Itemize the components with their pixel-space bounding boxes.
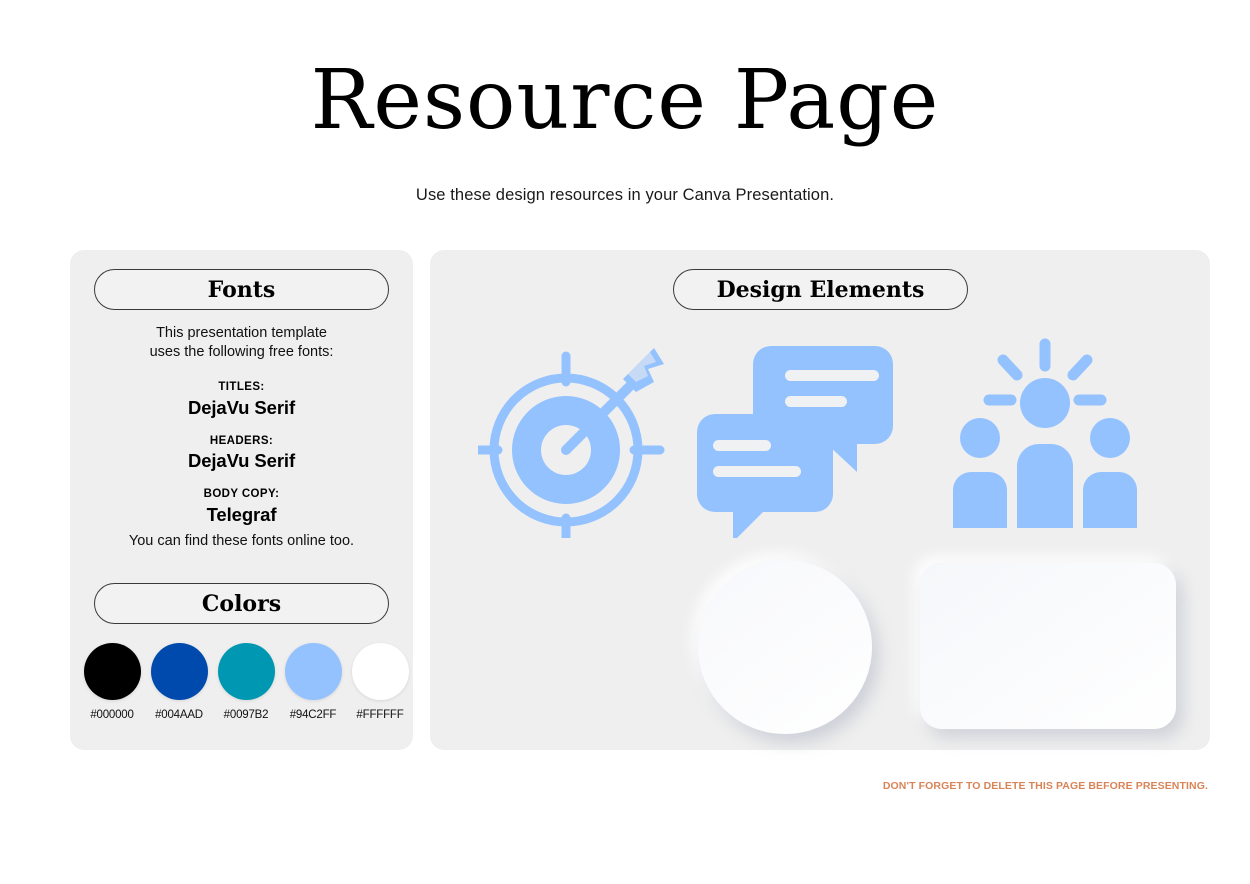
fonts-outro-text: You can find these fonts online too. bbox=[128, 533, 355, 549]
color-swatch-dot[interactable] bbox=[217, 643, 275, 700]
color-swatch-row: #000000 #004AAD #0097B2 #94C2FF #FFFFFF bbox=[81, 643, 411, 721]
color-swatch-item[interactable]: #000000 bbox=[81, 643, 143, 721]
page-title: Resource Page bbox=[310, 53, 940, 148]
page-subtitle: Use these design resources in your Canva… bbox=[415, 186, 835, 204]
speech-bubbles-icon[interactable] bbox=[680, 330, 910, 545]
font-spec-name: Telegraf bbox=[206, 503, 277, 525]
target-arrow-icon[interactable] bbox=[458, 330, 688, 545]
delete-page-warning: DON'T FORGET TO DELETE THIS PAGE BEFORE … bbox=[882, 780, 1208, 792]
font-spec-label: HEADERS: bbox=[209, 434, 274, 447]
font-spec-label: BODY COPY: bbox=[203, 488, 280, 501]
font-spec-label: TITLES: bbox=[218, 381, 265, 393]
circle-placeholder[interactable] bbox=[698, 560, 872, 734]
design-elements-header: Design Elements bbox=[673, 269, 968, 310]
color-swatch-item[interactable]: #94C2FF bbox=[282, 643, 344, 721]
font-spec-body-copy: BODY COPY: Telegraf bbox=[70, 487, 413, 527]
color-swatch-dot[interactable] bbox=[284, 643, 342, 700]
color-swatch-hex: #0097B2 bbox=[223, 709, 269, 721]
font-spec-name: DejaVu Serif bbox=[187, 450, 296, 472]
color-swatch-item[interactable]: #0097B2 bbox=[215, 643, 277, 721]
design-icon-row bbox=[430, 330, 1210, 560]
color-swatch-dot[interactable] bbox=[83, 643, 141, 700]
colors-section-label: Colors bbox=[201, 590, 282, 617]
colors-section-header: Colors bbox=[94, 583, 389, 624]
fonts-intro-text: This presentation template uses the foll… bbox=[70, 324, 413, 361]
color-swatch-hex: #004AAD bbox=[155, 709, 203, 721]
color-swatch-item[interactable]: #FFFFFF bbox=[349, 643, 411, 721]
font-spec-titles: TITLES: DejaVu Serif bbox=[70, 380, 413, 420]
font-spec-list: TITLES: DejaVu Serif HEADERS: DejaVu Ser… bbox=[70, 380, 413, 541]
color-swatch-dot[interactable] bbox=[351, 643, 409, 700]
fonts-section-label: Fonts bbox=[207, 276, 276, 303]
color-swatch-dot[interactable] bbox=[150, 643, 208, 700]
fonts-intro-line-2: uses the following free fonts: bbox=[149, 343, 334, 360]
fonts-intro-line-1: This presentation template bbox=[156, 325, 327, 341]
color-swatch-hex: #000000 bbox=[90, 709, 134, 721]
design-elements-label: Design Elements bbox=[716, 276, 925, 303]
color-swatch-item[interactable]: #004AAD bbox=[148, 643, 210, 721]
color-swatch-hex: #94C2FF bbox=[289, 709, 337, 721]
font-spec-headers: HEADERS: DejaVu Serif bbox=[70, 434, 413, 474]
fonts-colors-panel: Fonts This presentation template uses th… bbox=[70, 250, 413, 750]
font-spec-name: DejaVu Serif bbox=[187, 396, 296, 418]
design-elements-panel: Design Elements bbox=[430, 250, 1210, 750]
fonts-section-header: Fonts bbox=[94, 269, 389, 310]
color-swatch-hex: #FFFFFF bbox=[356, 709, 404, 721]
team-leadership-icon[interactable] bbox=[930, 330, 1160, 545]
rounded-rectangle-placeholder[interactable] bbox=[920, 563, 1176, 729]
